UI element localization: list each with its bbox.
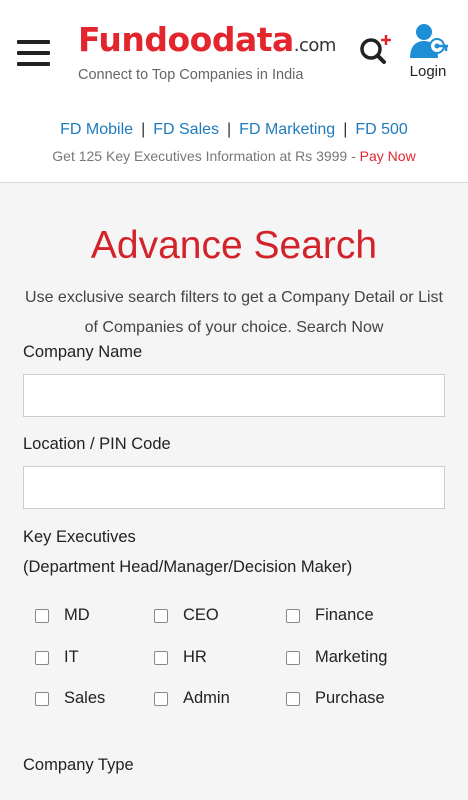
checkbox-md[interactable]: MD: [35, 606, 90, 625]
checkbox-label: IT: [64, 648, 79, 666]
brand-suffix: .com: [293, 35, 337, 56]
top-links: FD Mobile | FD Sales | FD Marketing | FD 500: [0, 121, 468, 139]
checkbox-label: Sales: [64, 689, 106, 707]
brand-name: Fundoodata: [78, 20, 294, 59]
site-logo[interactable]: Fundoodata.com Connect to Top Companies …: [78, 20, 337, 84]
location-input[interactable]: [23, 466, 445, 509]
intro-text: Use exclusive search filters to get a Co…: [25, 289, 443, 336]
brand-tagline: Connect to Top Companies in India: [78, 67, 304, 83]
company-name-input[interactable]: [23, 374, 445, 417]
checkbox-purchase[interactable]: Purchase: [286, 689, 385, 708]
checkbox-label: Purchase: [315, 689, 385, 707]
checkbox-it[interactable]: IT: [35, 648, 79, 667]
link-fd-sales[interactable]: FD Sales: [153, 121, 219, 138]
link-separator: |: [141, 121, 146, 138]
offer-text: Get 125 Key Executives Information at Rs…: [52, 148, 360, 164]
checkbox-box[interactable]: [154, 608, 168, 623]
checkbox-label: HR: [183, 648, 207, 666]
checkbox-box[interactable]: [35, 650, 49, 665]
link-fd-500[interactable]: FD 500: [355, 121, 407, 138]
offer-banner: Get 125 Key Executives Information at Rs…: [0, 148, 468, 164]
checkbox-box[interactable]: [154, 650, 168, 665]
key-executives-label: Key Executives: [23, 528, 136, 546]
page-title: Advance Search: [90, 224, 378, 267]
checkbox-label: MD: [64, 606, 90, 624]
company-type-label: Company Type: [23, 756, 134, 774]
site-header: Fundoodata.com Connect to Top Companies …: [0, 0, 468, 183]
location-label: Location / PIN Code: [23, 435, 171, 453]
login-label: Login: [409, 63, 447, 80]
link-separator: |: [227, 121, 232, 138]
checkbox-box[interactable]: [154, 691, 168, 706]
pay-now-link[interactable]: Pay Now: [360, 148, 416, 164]
checkbox-box[interactable]: [286, 608, 300, 623]
key-executives-sublabel: (Department Head/Manager/Decision Maker): [23, 558, 353, 576]
checkbox-admin[interactable]: Admin: [154, 689, 230, 708]
link-separator: |: [343, 121, 348, 138]
checkbox-label: Finance: [315, 606, 374, 624]
checkbox-box[interactable]: [35, 691, 49, 706]
checkbox-label: Marketing: [315, 648, 388, 666]
checkbox-label: CEO: [183, 606, 219, 624]
checkbox-hr[interactable]: HR: [154, 648, 207, 667]
checkbox-sales[interactable]: Sales: [35, 689, 105, 708]
link-fd-marketing[interactable]: FD Marketing: [239, 121, 335, 138]
menu-icon[interactable]: [17, 40, 50, 66]
login-button[interactable]: Login: [405, 22, 451, 80]
checkbox-marketing[interactable]: Marketing: [286, 648, 387, 667]
link-fd-mobile[interactable]: FD Mobile: [60, 121, 133, 138]
user-key-icon: [410, 24, 448, 58]
checkbox-box[interactable]: [35, 608, 49, 623]
checkbox-box[interactable]: [286, 691, 300, 706]
checkbox-box[interactable]: [286, 650, 300, 665]
company-name-label: Company Name: [23, 343, 143, 361]
checkbox-label: Admin: [183, 689, 230, 707]
search-plus-icon[interactable]: [357, 32, 393, 68]
checkbox-finance[interactable]: Finance: [286, 606, 374, 625]
checkbox-ceo[interactable]: CEO: [154, 606, 219, 625]
